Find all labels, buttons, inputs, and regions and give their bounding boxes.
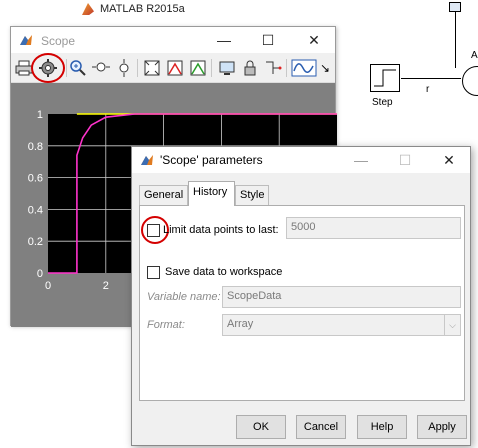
help-button[interactable]: Help (357, 415, 407, 439)
x-tick-label: 0 (45, 280, 51, 292)
minimize-button[interactable]: — (338, 147, 384, 173)
matlab-logo-icon (82, 3, 94, 15)
step-icon (374, 69, 396, 87)
save-axes-icon[interactable] (165, 58, 185, 78)
restore-axes-icon[interactable] (188, 58, 208, 78)
format-label: Format: (147, 319, 185, 331)
sum-block-label: A (471, 50, 478, 61)
close-icon: ✕ (308, 32, 320, 48)
format-select[interactable]: Array ⌵ (222, 314, 461, 336)
matlab-logo-icon (20, 35, 32, 45)
tab-history[interactable]: History (188, 181, 235, 206)
step-block-label: Step (372, 97, 393, 108)
time-offset: Time offset: 0 (13, 360, 86, 372)
maximize-button[interactable]: ☐ (382, 147, 428, 173)
y-tick-label: 0.6 (28, 173, 43, 185)
cancel-button[interactable]: Cancel (296, 415, 346, 439)
toolbar-separator (137, 59, 138, 77)
limit-points-input[interactable]: 5000 (286, 217, 461, 239)
zoom-x-icon[interactable] (91, 58, 111, 78)
history-tab-panel: Limit data points to last: 5000 Save dat… (139, 205, 465, 401)
signal-selector-icon[interactable] (263, 58, 283, 78)
x-tick-label: 2 (103, 280, 109, 292)
minimize-icon: — (217, 32, 231, 48)
signal-label: r (426, 84, 430, 95)
scope-titlebar[interactable]: Scope — ☐ ✕ (11, 27, 335, 53)
maximize-icon: ☐ (398, 152, 412, 168)
minimize-icon: — (354, 152, 368, 168)
format-select-value: Array (227, 318, 254, 330)
chevron-down-icon: ⌵ (444, 315, 460, 335)
close-button[interactable]: ✕ (291, 27, 337, 53)
y-tick-label: 0.2 (28, 236, 43, 248)
save-workspace-label: Save data to workspace (165, 266, 283, 278)
floating-scope-icon[interactable] (217, 58, 237, 78)
maximize-button[interactable]: ☐ (245, 27, 291, 53)
time-offset-value: 0 (79, 360, 86, 372)
save-workspace-checkbox[interactable] (147, 266, 160, 279)
scope-toolbar: ↘ (11, 53, 335, 83)
toolbar-separator (286, 59, 287, 77)
tab-general[interactable]: General (139, 185, 188, 205)
matlab-taskbar-entry[interactable]: MATLAB R2015a (60, 0, 230, 20)
wire (455, 12, 456, 68)
dialog-titlebar[interactable]: 'Scope' parameters — ☐ ✕ (132, 147, 470, 173)
autoscale-icon[interactable] (142, 58, 162, 78)
block-port (449, 2, 461, 12)
zoom-in-icon[interactable] (68, 58, 88, 78)
maximize-icon: ☐ (261, 32, 275, 48)
dialog-title: 'Scope' parameters (160, 153, 263, 167)
tab-style[interactable]: Style (235, 185, 269, 205)
minimize-button[interactable]: — (201, 27, 247, 53)
more-icon[interactable]: ↘ (320, 58, 340, 78)
sample-time-icon[interactable] (291, 58, 317, 78)
scope-parameters-dialog[interactable]: 'Scope' parameters — ☐ ✕ General History… (131, 146, 471, 446)
close-button[interactable]: ✕ (426, 147, 472, 173)
apply-button[interactable]: Apply (417, 415, 467, 439)
lock-icon[interactable] (240, 58, 260, 78)
y-tick-label: 0 (37, 268, 43, 280)
scope-title: Scope (41, 34, 76, 48)
matlab-window-title: MATLAB R2015a (100, 3, 185, 15)
zoom-y-icon[interactable] (114, 58, 134, 78)
highlight-circle (31, 53, 65, 83)
toolbar-separator (66, 59, 67, 77)
matlab-logo-icon (141, 155, 153, 165)
signal-wire[interactable] (401, 78, 461, 79)
y-tick-label: 0.4 (28, 204, 43, 216)
close-icon: ✕ (443, 152, 455, 168)
variable-name-input[interactable]: ScopeData (222, 286, 461, 308)
ok-button[interactable]: OK (236, 415, 286, 439)
sum-block[interactable] (462, 66, 478, 96)
limit-points-label: Limit data points to last: (163, 224, 279, 236)
toolbar-separator (211, 59, 212, 77)
y-tick-label: 0.8 (28, 141, 43, 153)
variable-name-label: Variable name: (147, 291, 221, 303)
y-tick-label: 1 (37, 109, 43, 121)
step-block[interactable] (370, 64, 400, 92)
time-offset-label: Time offset: (13, 360, 70, 372)
